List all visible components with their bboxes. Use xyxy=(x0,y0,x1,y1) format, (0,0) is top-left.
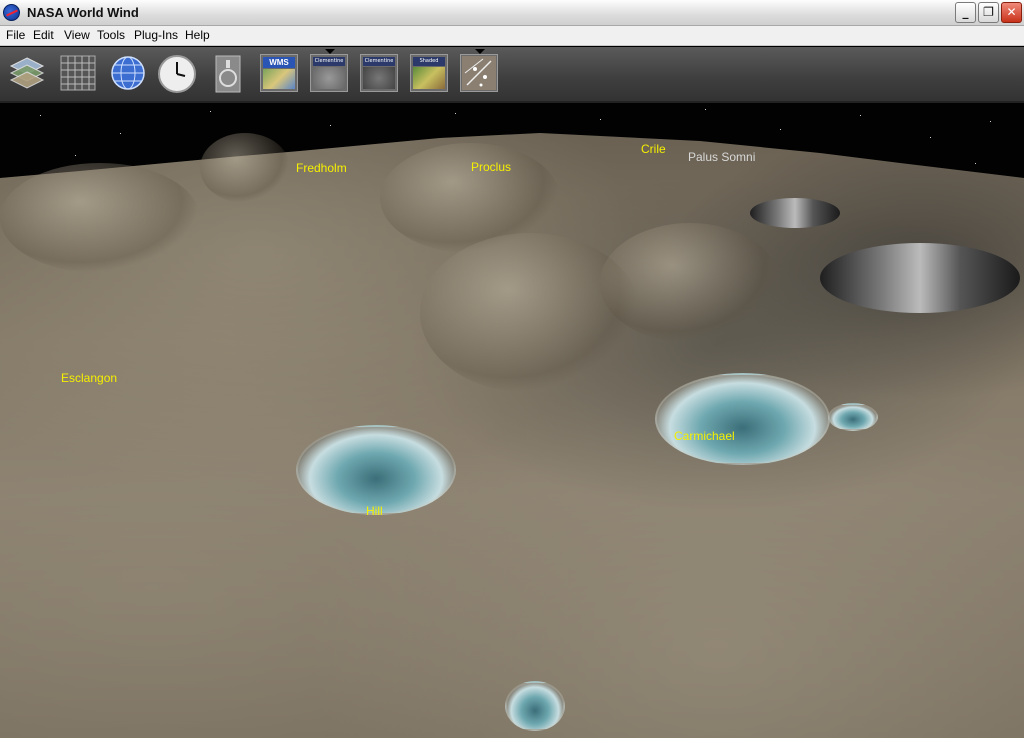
place-label[interactable]: Carmichael xyxy=(674,429,735,443)
layer-stack-icon[interactable] xyxy=(8,54,46,92)
window-title: NASA World Wind xyxy=(27,5,139,20)
minimize-button[interactable]: _ xyxy=(955,2,976,23)
place-label[interactable]: Crile xyxy=(641,142,666,156)
wms-button[interactable]: WMS xyxy=(260,54,298,92)
toolbar: WMS Clementine 40xx Clementine 30xx Shad… xyxy=(0,47,1024,103)
menu-bar: File Edit View Tools Plug-Ins Help xyxy=(0,26,1024,46)
menu-help[interactable]: Help xyxy=(185,28,210,42)
menu-plugins[interactable]: Plug-Ins xyxy=(134,28,178,42)
wms-label: WMS xyxy=(263,57,295,68)
nasa-logo-icon xyxy=(3,4,20,21)
globe-3d-view[interactable]: Fredholm Proclus Crile Palus Somni Escla… xyxy=(0,103,1024,738)
relief-map-icon xyxy=(413,67,445,89)
clementine-30xx-label: Clementine 30xx xyxy=(363,57,395,66)
place-label[interactable]: Fredholm xyxy=(296,161,347,175)
place-label[interactable]: Proclus xyxy=(471,160,511,174)
place-label[interactable]: Palus Somni xyxy=(688,150,755,164)
menu-edit[interactable]: Edit xyxy=(33,28,54,42)
crater-hill xyxy=(296,425,456,515)
dropdown-arrow-icon xyxy=(475,49,485,54)
title-bar: NASA World Wind _ ❐ ✕ xyxy=(0,0,1024,26)
lat-lon-grid-icon[interactable] xyxy=(59,54,97,92)
place-label[interactable]: Hill xyxy=(366,504,383,518)
menu-tools[interactable]: Tools xyxy=(97,28,125,42)
shaded-relief-label: Shaded Relief xyxy=(413,57,445,66)
compass-icon[interactable] xyxy=(214,54,242,93)
close-button[interactable]: ✕ xyxy=(1001,2,1022,23)
moon-texture-icon xyxy=(363,67,395,89)
place-label[interactable]: Esclangon xyxy=(61,371,117,385)
clementine-30xx-button[interactable]: Clementine 30xx xyxy=(360,54,398,92)
clementine-40xx-label: Clementine 40xx xyxy=(313,57,345,66)
menu-file[interactable]: File xyxy=(6,28,25,42)
shaded-relief-button[interactable]: Shaded Relief xyxy=(410,54,448,92)
clementine-40xx-button[interactable]: Clementine 40xx xyxy=(310,49,348,92)
place-names-icon xyxy=(462,56,496,90)
maximize-button[interactable]: ❐ xyxy=(978,2,999,23)
wms-map-icon xyxy=(263,69,295,89)
globe-icon[interactable] xyxy=(109,54,147,92)
crater-carmichael xyxy=(655,373,830,465)
moon-texture-icon xyxy=(313,67,345,89)
place-names-button[interactable] xyxy=(460,49,498,92)
menu-view[interactable]: View xyxy=(64,28,90,42)
dropdown-arrow-icon xyxy=(325,49,335,54)
clock-icon[interactable] xyxy=(157,54,196,93)
